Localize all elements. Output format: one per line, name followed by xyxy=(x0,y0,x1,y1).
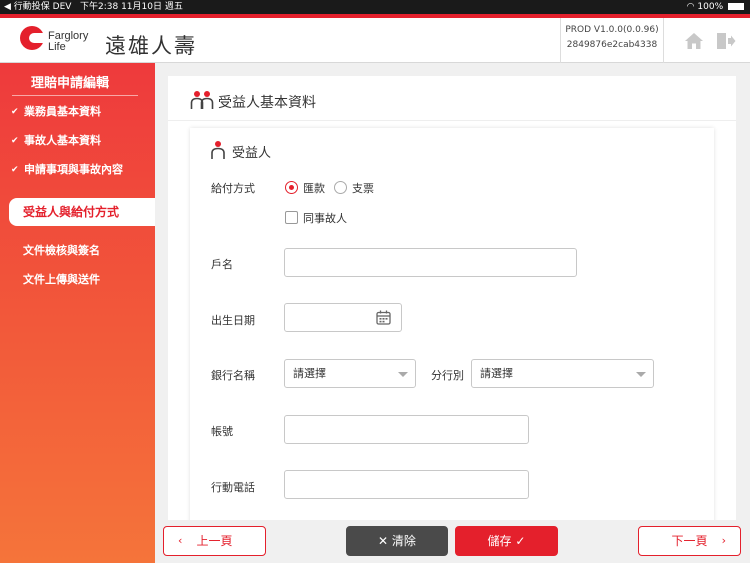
chevron-left-icon: ‹ xyxy=(178,534,183,547)
battery-icon xyxy=(728,3,744,10)
save-button[interactable]: 儲存 ✓ xyxy=(455,526,558,556)
mobile-phone-input[interactable] xyxy=(284,470,529,499)
sidebar-item-agent-info[interactable]: ✔ 業務員基本資料 xyxy=(0,102,155,122)
status-battery: ◠ 100% xyxy=(687,0,744,14)
sidebar-divider xyxy=(12,95,138,96)
home-icon[interactable] xyxy=(684,32,704,50)
checkmark-icon: ✓ xyxy=(511,534,526,548)
next-page-button[interactable]: 下一頁 › xyxy=(638,526,741,556)
beneficiary-card: 受益人 給付方式 匯款 支票 同事故人 戶名 出生日期 銀行名稱 請選擇 分行別… xyxy=(190,128,714,520)
check-icon: ✔ xyxy=(11,107,19,117)
version-text: PROD V1.0.0(0.0.96) xyxy=(565,25,659,35)
payment-method-label: 給付方式 xyxy=(211,182,255,195)
sidebar: 理賠申請編輯 ✔ 業務員基本資料 ✔ 事故人基本資料 ✔ 申請事項與事故內容 受… xyxy=(0,63,155,563)
sidebar-title: 理賠申請編輯 xyxy=(30,76,109,91)
sidebar-item-insured-info[interactable]: ✔ 事故人基本資料 xyxy=(0,131,155,151)
previous-page-button[interactable]: ‹ 上一頁 xyxy=(163,526,266,556)
clear-button[interactable]: ✕ 清除 xyxy=(346,526,448,556)
card-title: 受益人 xyxy=(232,146,272,161)
status-datetime: 下午2:38 11月10日 週五 xyxy=(80,2,183,12)
radio-remittance-label[interactable]: 匯款 xyxy=(303,180,325,196)
close-icon: ✕ xyxy=(378,534,392,548)
wifi-icon: ◠ xyxy=(686,2,698,12)
status-bar: ◀ 行動投保 DEV 下午2:38 11月10日 週五 ◠ 100% xyxy=(0,0,750,14)
sidebar-item-beneficiary[interactable]: 受益人與給付方式 xyxy=(9,198,155,226)
farglory-logo-icon xyxy=(20,26,44,50)
section-divider xyxy=(168,120,736,121)
app-header: Farglory Life 遠雄人壽 PROD V1.0.0(0.0.96) 2… xyxy=(0,18,750,63)
account-number-input[interactable] xyxy=(284,415,529,444)
bank-name-select[interactable]: 請選擇 xyxy=(284,359,416,388)
same-as-insured-label[interactable]: 同事故人 xyxy=(303,210,347,226)
footer-bar: ‹ 上一頁 ✕ 清除 儲存 ✓ 下一頁 › xyxy=(155,520,750,563)
radio-remittance[interactable] xyxy=(285,181,298,194)
radio-check-payment-label[interactable]: 支票 xyxy=(352,180,374,196)
bank-name-label: 銀行名稱 xyxy=(211,369,255,382)
logo-english: Farglory Life xyxy=(48,30,89,53)
sidebar-item-document-upload[interactable]: 文件上傳與送件 xyxy=(0,270,155,290)
check-icon: ✔ xyxy=(11,165,19,175)
mobile-phone-label: 行動電話 xyxy=(211,481,255,494)
logo-chinese: 遠雄人壽 xyxy=(105,34,197,58)
account-number-label: 帳號 xyxy=(211,425,233,438)
build-hash: 2849876e2cab4338 xyxy=(566,40,658,50)
radio-check-payment[interactable] xyxy=(334,181,347,194)
chevron-right-icon: › xyxy=(721,534,726,547)
person-icon xyxy=(211,141,225,159)
check-icon: ✔ xyxy=(11,136,19,146)
same-as-insured-checkbox[interactable] xyxy=(285,211,298,224)
status-carrier: ◀ 行動投保 DEV xyxy=(4,2,72,12)
beneficiaries-icon xyxy=(190,91,214,109)
main-content: 受益人基本資料 受益人 給付方式 匯款 支票 同事故人 戶名 出生日期 銀行名稱… xyxy=(168,76,736,520)
section-title: 受益人基本資料 xyxy=(218,95,316,111)
birthdate-label: 出生日期 xyxy=(211,314,255,327)
branch-select[interactable]: 請選擇 xyxy=(471,359,654,388)
version-info: PROD V1.0.0(0.0.96) 2849876e2cab4338 xyxy=(560,18,664,63)
branch-label: 分行別 xyxy=(431,369,464,382)
sidebar-item-document-check[interactable]: 文件檢核與簽名 xyxy=(0,241,155,261)
chevron-down-icon xyxy=(398,372,408,377)
account-name-label: 戶名 xyxy=(211,258,233,271)
logout-icon[interactable] xyxy=(716,32,736,50)
calendar-icon[interactable] xyxy=(376,310,391,325)
account-name-input[interactable] xyxy=(284,248,577,277)
chevron-down-icon xyxy=(636,372,646,377)
sidebar-item-claim-details[interactable]: ✔ 申請事項與事故內容 xyxy=(0,160,155,180)
